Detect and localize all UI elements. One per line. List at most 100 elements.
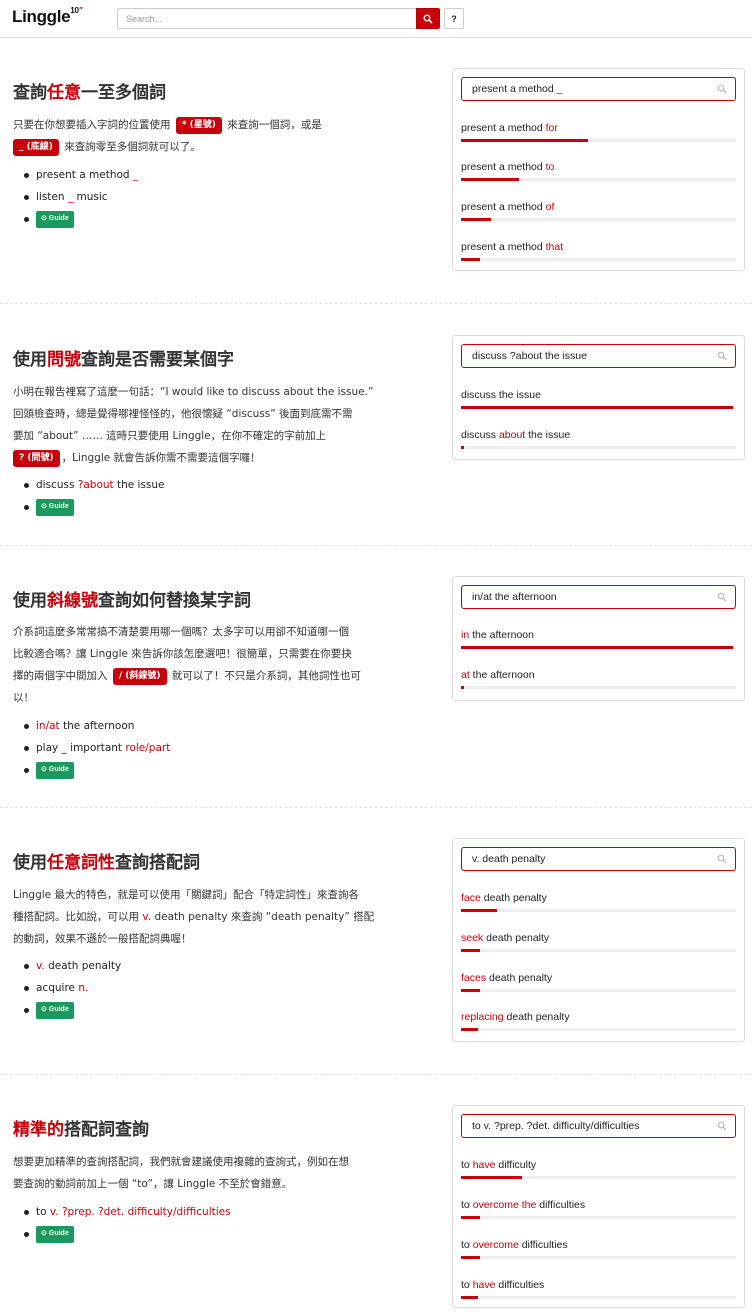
frequency-bar xyxy=(461,686,736,689)
frequency-bar xyxy=(461,139,736,142)
search-icon xyxy=(717,592,727,602)
demo-panel: present a method _ present a method for … xyxy=(452,68,745,271)
frequency-bar xyxy=(461,909,736,912)
demo-query[interactable]: present a method _ xyxy=(461,77,736,101)
frequency-bar xyxy=(461,989,736,992)
result-row[interactable]: discuss about the issue xyxy=(461,429,736,449)
frequency-bar xyxy=(461,218,736,221)
guide-item: ⊙ Guide xyxy=(23,208,138,230)
section-description: 介系詞這麼多常常搞不清楚要用哪一個嗎？太多字可以用卻不知道哪一個 比較適合嗎？讓… xyxy=(13,626,361,704)
demo-query[interactable]: discuss ?about the issue xyxy=(461,344,736,368)
search-icon xyxy=(717,854,727,864)
search-input[interactable] xyxy=(117,8,417,29)
guide-button[interactable]: ⊙ Guide xyxy=(36,761,74,779)
guide-button[interactable]: ⊙ Guide xyxy=(36,1001,74,1019)
search-icon xyxy=(717,351,727,361)
demo-panel: discuss ?about the issue discuss the iss… xyxy=(452,335,745,460)
logo-text: Linggle xyxy=(12,7,71,26)
frequency-bar xyxy=(461,949,736,952)
result-row[interactable]: at the afternoon xyxy=(461,669,736,689)
demo-panel: in/at the afternoon in the afternoon at … xyxy=(452,576,745,701)
frequency-bar xyxy=(461,1296,736,1299)
example-item[interactable]: to v. ?prep. ?det. difficulty/difficulti… xyxy=(24,1201,231,1223)
example-item[interactable]: listen _ music xyxy=(23,186,138,208)
example-list: v. death penalty acquire n. ⊙ Guide xyxy=(23,955,121,1021)
result-row[interactable]: faces death penalty xyxy=(461,972,736,992)
search-icon xyxy=(717,84,727,94)
result-row[interactable]: to have difficulty xyxy=(461,1159,736,1179)
result-row[interactable]: present a method to xyxy=(461,161,736,181)
example-item[interactable]: acquire n. xyxy=(23,977,121,999)
guide-button[interactable]: ⊙ Guide xyxy=(36,210,74,228)
result-row[interactable]: present a method for xyxy=(461,122,736,142)
section-description: Linggle 最大的特色，就是可以使用「關鍵詞」配合「特定詞性」來查詢各 種搭… xyxy=(13,889,375,945)
result-row[interactable]: present a method of xyxy=(461,201,736,221)
section-title: 使用問號查詢是否需要某個字 xyxy=(13,350,234,370)
demo-query[interactable]: v. death penalty xyxy=(461,847,736,871)
result-row[interactable]: in the afternoon xyxy=(461,629,736,649)
frequency-bar xyxy=(461,178,736,181)
search-icon xyxy=(423,14,433,24)
frequency-bar xyxy=(461,1256,736,1259)
star-tag: * (星號) xyxy=(175,116,222,134)
linggle-logo[interactable]: Linggle10" xyxy=(12,6,83,27)
demo-query[interactable]: to v. ?prep. ?det. difficulty/difficulti… xyxy=(461,1114,736,1138)
search-button[interactable] xyxy=(416,8,440,29)
example-list: discuss ?about the issue ⊙ Guide xyxy=(24,474,165,518)
section-divider xyxy=(0,545,752,546)
guide-item: ⊙ Guide xyxy=(23,759,170,781)
section-divider xyxy=(0,1074,752,1075)
result-row[interactable]: to overcome the difficulties xyxy=(461,1199,736,1219)
example-item[interactable]: discuss ?about the issue xyxy=(24,474,165,496)
slash-tag: / (斜線號) xyxy=(112,667,167,685)
frequency-bar xyxy=(461,1028,736,1031)
guide-item: ⊙ Guide xyxy=(24,1223,231,1245)
top-navbar: Linggle10" ? xyxy=(0,0,752,38)
result-row[interactable]: to overcome difficulties xyxy=(461,1239,736,1259)
example-list: to v. ?prep. ?det. difficulty/difficulti… xyxy=(24,1201,231,1245)
play-circle-icon: ⊙ xyxy=(41,215,47,222)
example-item[interactable]: play _ important role/part xyxy=(23,737,170,759)
frequency-bar xyxy=(461,1216,736,1219)
guide-item: ⊙ Guide xyxy=(23,999,121,1021)
logo-mark: " xyxy=(78,6,83,16)
guide-button[interactable]: ⊙ Guide xyxy=(36,498,74,516)
section-description: 想要更加精準的查詢搭配詞，我們就會建議使用複雜的查詢式，例如在想 要查詢的動詞前… xyxy=(13,1156,349,1190)
example-item[interactable]: v. death penalty xyxy=(23,955,121,977)
result-row[interactable]: replacing death penalty xyxy=(461,1011,736,1031)
result-row[interactable]: seek death penalty xyxy=(461,932,736,952)
demo-panel: to v. ?prep. ?det. difficulty/difficulti… xyxy=(452,1105,745,1308)
frequency-bar xyxy=(461,646,736,649)
underscore-tag: _ (底線) xyxy=(13,138,59,156)
guide-item: ⊙ Guide xyxy=(24,496,165,518)
frequency-bar xyxy=(461,258,736,261)
frequency-bar xyxy=(461,1176,736,1179)
result-row[interactable]: discuss the issue xyxy=(461,389,736,409)
frequency-bar xyxy=(461,446,736,449)
example-list: in/at the afternoon play _ important rol… xyxy=(23,715,170,781)
question-tag: ? (問號) xyxy=(13,449,60,467)
result-row[interactable]: present a method that xyxy=(461,241,736,261)
play-circle-icon: ⊙ xyxy=(41,503,47,510)
section-description: 只要在你想要插入字詞的位置使用 * (星號) 來查詢一個詞，或是 _ (底線) … xyxy=(13,114,375,158)
section-title: 使用任意詞性查詢搭配詞 xyxy=(13,853,200,873)
help-button[interactable]: ? xyxy=(444,8,464,29)
frequency-bar xyxy=(461,406,736,409)
play-circle-icon: ⊙ xyxy=(41,766,47,773)
logo-version: 10 xyxy=(70,6,79,16)
play-circle-icon: ⊙ xyxy=(41,1230,47,1237)
section-title: 查詢任意一至多個詞 xyxy=(13,83,166,103)
section-title: 精準的搭配詞查詢 xyxy=(13,1120,149,1140)
section-divider xyxy=(0,807,752,808)
result-row[interactable]: to have difficulties xyxy=(461,1279,736,1299)
guide-button[interactable]: ⊙ Guide xyxy=(36,1225,74,1243)
section-title: 使用斜線號查詢如何替換某字詞 xyxy=(13,591,251,611)
section-divider xyxy=(0,303,752,304)
play-circle-icon: ⊙ xyxy=(41,1006,47,1013)
example-item[interactable]: in/at the afternoon xyxy=(23,715,170,737)
demo-panel: v. death penalty face death penalty seek… xyxy=(452,838,745,1042)
example-item[interactable]: present a method _ xyxy=(23,164,138,186)
result-row[interactable]: face death penalty xyxy=(461,892,736,912)
demo-query[interactable]: in/at the afternoon xyxy=(461,585,736,609)
section-description: 小明在報告裡寫了這麼一句話：“I would like to discuss a… xyxy=(13,381,375,469)
